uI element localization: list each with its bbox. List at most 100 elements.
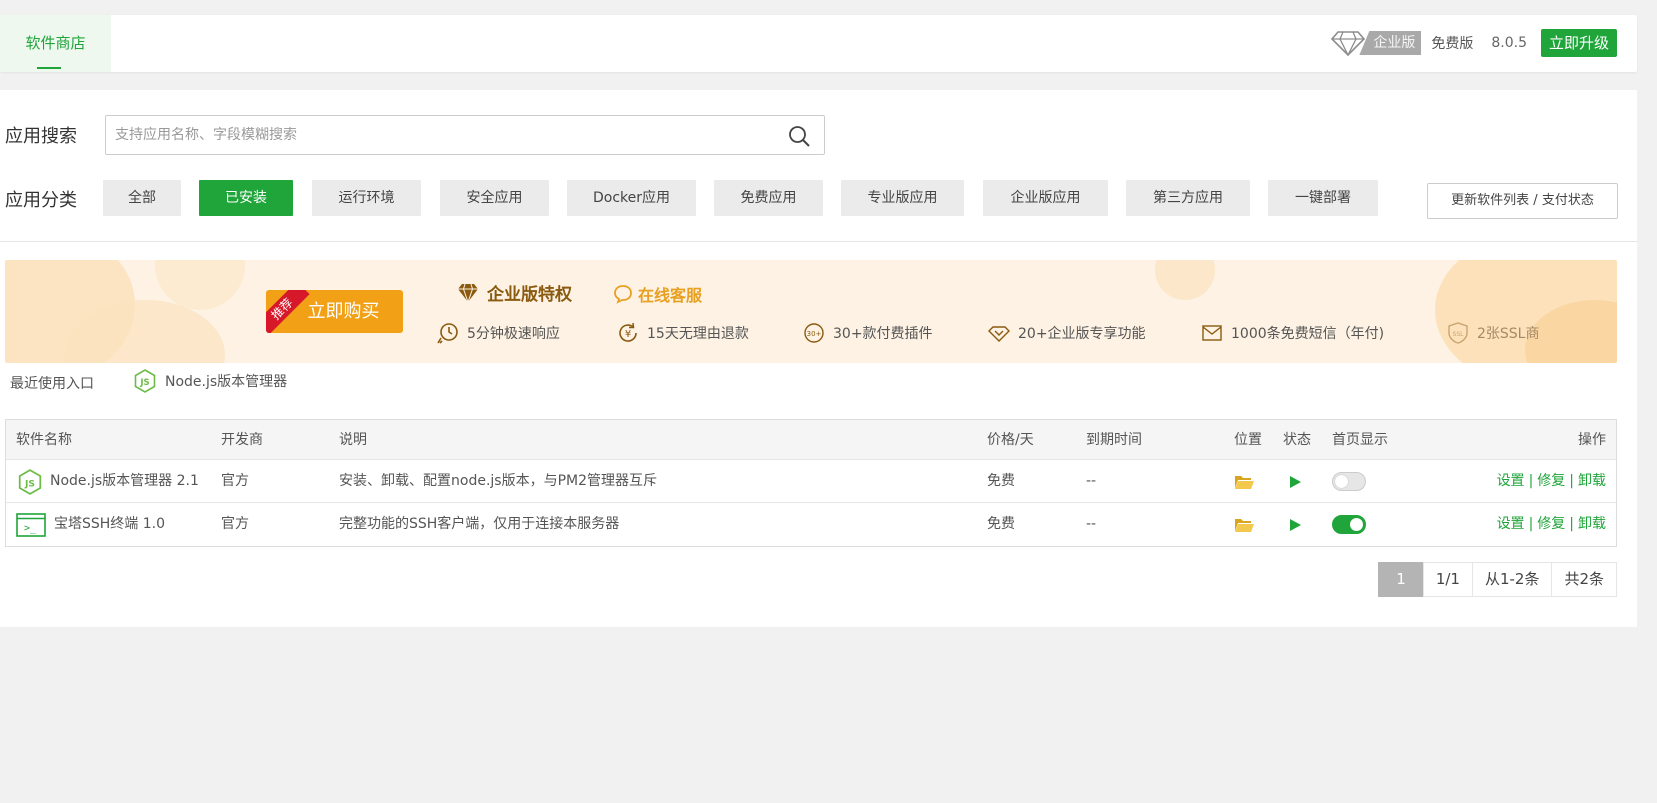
homepage-toggle[interactable] [1332,515,1366,534]
header-location: 位置 [1234,432,1262,448]
uninstall-link[interactable]: 卸载 [1578,516,1606,532]
row-actions: 设置 | 修复 | 卸载 [1497,460,1606,503]
feature-label: 15天无理由退款 [647,326,749,342]
pagination: 1 1/1 从1-2条 共2条 [1378,562,1617,597]
feature-item: 5分钟极速响应 [437,322,560,344]
version-area: 企业版 免费版 8.0.5 立即升级 [1331,28,1617,58]
repair-link[interactable]: 修复 [1537,516,1565,532]
category-docker-button[interactable]: Docker应用 [567,180,696,216]
action-separator: | [1528,473,1534,489]
online-service-label: 在线客服 [638,286,703,305]
js-glyph: JS [139,378,149,388]
category-thirdparty-button[interactable]: 第三方应用 [1126,180,1250,216]
tab-software-store-label: 软件商店 [25,34,86,52]
header-homepage: 首页显示 [1332,432,1388,448]
recent-entry-nodejs-label: Node.js版本管理器 [165,374,288,390]
repair-link[interactable]: 修复 [1537,473,1565,489]
banner-decoration [1155,260,1215,300]
action-separator: | [1569,516,1574,532]
feature-label: 5分钟极速响应 [467,326,560,342]
search-icon[interactable] [788,125,810,147]
header-expire: 到期时间 [1086,432,1142,448]
thirty-plus-glyph: 30+ [807,330,822,338]
diamond-outline-icon [988,326,1010,342]
category-installed-button[interactable]: 已安装 [199,180,293,216]
enterprise-area[interactable]: 企业版 [1331,30,1422,56]
tab-software-store[interactable]: 软件商店 [0,15,111,72]
privilege-title: 企业版特权 [457,280,572,305]
yen-glyph: ¥ [625,329,631,340]
feature-item: 30+ 30+款付费插件 [803,322,933,344]
enterprise-banner: 推荐 立即购买 企业版特权 在线客服 5分钟极速响应 ¥ 15天无理由退款 30… [5,260,1617,363]
feature-label: 2张SSL商 [1477,326,1540,342]
main-panel: 应用搜索 应用分类 全部 已安装 运行环境 安全应用 Docker应用 免费应用… [0,90,1637,627]
folder-icon[interactable] [1234,474,1254,490]
ssl-shield-icon: SSL [1448,322,1468,344]
mail-icon [1202,325,1222,341]
toggle-knob [1335,475,1348,488]
refresh-list-button[interactable]: 更新软件列表 / 支付状态 [1427,183,1618,219]
price-cell: 免费 [987,516,1015,532]
software-name-cell[interactable]: >_ 宝塔SSH终端 1.0 [16,503,165,546]
table-row: JS Node.js版本管理器 2.1 官方 安装、卸载、配置node.js版本… [6,460,1616,503]
divider [0,241,1637,242]
developer-cell: 官方 [221,473,249,489]
description-cell: 安装、卸载、配置node.js版本，与PM2管理器互斥 [339,473,657,489]
feature-item: SSL 2张SSL商 [1447,322,1539,344]
diamond-icon [458,283,478,303]
page-range: 从1-2条 [1471,562,1553,597]
enterprise-badge[interactable]: 企业版 [1359,31,1422,55]
software-table: 软件名称 开发商 说明 价格/天 到期时间 位置 状态 首页显示 操作 JS N… [5,419,1617,547]
uninstall-link[interactable]: 卸载 [1578,473,1606,489]
category-runtime-button[interactable]: 运行环境 [312,180,421,216]
homepage-toggle[interactable] [1332,472,1366,491]
feature-label: 1000条免费短信（年付) [1231,326,1385,342]
feature-item: 1000条免费短信（年付) [1201,322,1384,344]
ssl-glyph: SSL [1453,331,1465,338]
page-count: 1/1 [1422,562,1473,597]
expire-cell: -- [1086,516,1097,532]
header-actions: 操作 [1578,432,1606,448]
plugin-count-icon: 30+ [804,323,824,343]
category-enterprise-button[interactable]: 企业版应用 [983,180,1108,216]
online-service-link[interactable]: 在线客服 [613,282,702,306]
developer-cell: 官方 [221,516,249,532]
settings-link[interactable]: 设置 [1497,473,1525,489]
settings-link[interactable]: 设置 [1497,516,1525,532]
category-pro-button[interactable]: 专业版应用 [841,180,964,216]
terminal-glyph: >_ [24,523,37,534]
search-input[interactable] [106,116,766,154]
diamond-icon [1331,31,1366,56]
page-current[interactable]: 1 [1378,562,1424,597]
search-label: 应用搜索 [5,126,77,147]
expire-cell: -- [1086,473,1097,489]
folder-icon[interactable] [1234,517,1254,533]
play-icon[interactable] [1288,475,1302,489]
upgrade-button[interactable]: 立即升级 [1540,29,1617,57]
description-cell: 完整功能的SSH客户端，仅用于连接本服务器 [339,516,620,532]
feature-item: 20+企业版专享功能 [988,322,1146,344]
version-number: 8.0.5 [1491,35,1527,51]
action-separator: | [1569,473,1574,489]
tab-active-underline [37,67,61,69]
category-oneclick-button[interactable]: 一键部署 [1268,180,1378,216]
header-name: 软件名称 [16,432,72,448]
category-all-button[interactable]: 全部 [103,180,181,216]
software-name-cell[interactable]: JS Node.js版本管理器 2.1 [18,460,199,503]
recent-entry-label: 最近使用入口 [10,376,94,392]
header-description: 说明 [339,432,367,448]
feature-item: ¥ 15天无理由退款 [617,322,749,344]
category-security-button[interactable]: 安全应用 [440,180,549,216]
table-row: >_ 宝塔SSH终端 1.0 官方 完整功能的SSH客户端，仅用于连接本服务器 … [6,503,1616,546]
recent-entry-nodejs[interactable]: JS Node.js版本管理器 [134,369,287,393]
category-free-button[interactable]: 免费应用 [714,180,823,216]
software-name: Node.js版本管理器 2.1 [50,473,199,489]
buy-now-button[interactable]: 推荐 立即购买 [266,290,403,333]
page-total: 共2条 [1551,562,1617,597]
play-icon[interactable] [1288,518,1302,532]
action-separator: | [1528,516,1534,532]
software-name: 宝塔SSH终端 1.0 [54,516,166,532]
category-label: 应用分类 [5,190,77,211]
nodejs-icon: JS [134,369,156,393]
terminal-icon: >_ [16,512,46,537]
